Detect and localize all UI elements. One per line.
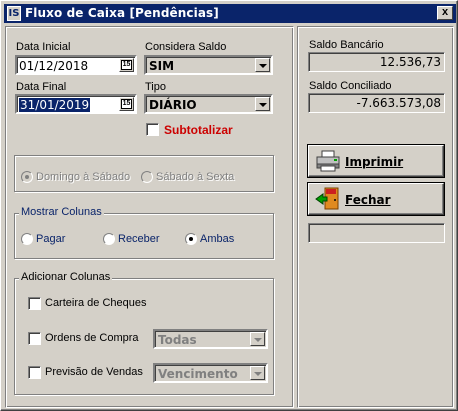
- data-final-field[interactable]: 31/01/2019 15: [15, 94, 137, 114]
- right-panel: Saldo Bancário 12.536,73 Saldo Conciliad…: [297, 26, 454, 408]
- considera-saldo-select[interactable]: SIM: [144, 55, 273, 75]
- saldo-conciliado-label: Saldo Conciliado: [309, 80, 392, 92]
- sabado-sexta-label: Sábado à Sexta: [156, 171, 235, 183]
- ambas-radio[interactable]: [185, 233, 197, 245]
- previsao-checkbox[interactable]: [28, 366, 41, 379]
- carteira-checkbox[interactable]: [28, 297, 41, 310]
- adicionar-colunas-legend: Adicionar Colunas: [19, 271, 113, 283]
- saldo-bancario-field: 12.536,73: [308, 52, 445, 72]
- previsao-label: Previsão de Vendas: [45, 366, 143, 378]
- saldo-conciliado-value: -7.663.573,08: [356, 96, 442, 110]
- ambas-label: Ambas: [200, 233, 235, 245]
- receber-label: Receber: [118, 233, 160, 245]
- saldo-bancario-value: 12.536,73: [379, 55, 441, 69]
- app-icon: IS: [7, 6, 21, 21]
- left-panel: Data Inicial 01/12/2018 15 Considera Sal…: [5, 26, 294, 408]
- weekday-group: Domingo à Sábado Sábado à Sexta: [14, 155, 274, 192]
- data-final-label: Data Final: [16, 81, 67, 93]
- chevron-down-icon[interactable]: [255, 58, 270, 72]
- imprimir-button[interactable]: Imprimir: [308, 145, 444, 177]
- considera-saldo-label: Considera Saldo: [145, 41, 227, 53]
- printer-icon: [316, 150, 340, 172]
- fechar-label: Fechar: [345, 193, 391, 207]
- fechar-button[interactable]: Fechar: [308, 183, 444, 215]
- domingo-sabado-radio[interactable]: [21, 171, 33, 183]
- chevron-down-icon[interactable]: [255, 97, 270, 111]
- saldo-bancario-label: Saldo Bancário: [309, 39, 384, 51]
- previsao-select[interactable]: Vencimento: [153, 363, 268, 383]
- close-button[interactable]: x: [437, 6, 453, 20]
- sabado-sexta-radio[interactable]: [141, 171, 153, 183]
- imprimir-label: Imprimir: [345, 155, 404, 169]
- ordens-checkbox[interactable]: [28, 332, 41, 345]
- subtotalizar-checkbox[interactable]: [146, 123, 159, 136]
- calendar-icon[interactable]: 15: [119, 58, 134, 72]
- tipo-select[interactable]: DIÁRIO: [144, 94, 273, 114]
- data-inicial-value: 01/12/2018: [19, 59, 89, 73]
- data-final-value: 31/01/2019: [19, 98, 91, 112]
- carteira-label: Carteira de Cheques: [45, 297, 147, 309]
- adicionar-colunas-group: Adicionar Colunas Carteira de Cheques Or…: [14, 271, 274, 395]
- data-inicial-field[interactable]: 01/12/2018 15: [15, 55, 137, 75]
- ordens-select-value: Todas: [158, 333, 197, 347]
- calendar-icon[interactable]: 15: [119, 97, 134, 111]
- mostrar-colunas-group: Mostrar Colunas Pagar Receber Ambas: [14, 206, 274, 259]
- data-inicial-label: Data Inicial: [16, 41, 71, 53]
- ordens-select[interactable]: Todas: [153, 329, 268, 349]
- ordens-label: Ordens de Compra: [45, 332, 139, 344]
- mostrar-colunas-legend: Mostrar Colunas: [19, 206, 104, 218]
- subtotalizar-label[interactable]: Subtotalizar: [164, 123, 233, 137]
- tipo-value: DIÁRIO: [149, 98, 197, 112]
- pagar-radio[interactable]: [21, 233, 33, 245]
- domingo-sabado-label: Domingo à Sábado: [36, 171, 131, 183]
- fluxo-caixa-window: IS Fluxo de Caixa [Pendências] x Data In…: [0, 0, 458, 411]
- pagar-label: Pagar: [36, 233, 66, 245]
- previsao-select-value: Vencimento: [158, 367, 238, 381]
- window-title: Fluxo de Caixa [Pendências]: [25, 6, 219, 20]
- tipo-label: Tipo: [145, 81, 166, 93]
- chevron-down-icon[interactable]: [250, 332, 265, 346]
- chevron-down-icon[interactable]: [250, 366, 265, 380]
- saldo-conciliado-field: -7.663.573,08: [308, 93, 445, 113]
- status-panel: [308, 223, 445, 243]
- receber-radio[interactable]: [103, 233, 115, 245]
- exit-door-icon: [315, 187, 339, 210]
- considera-saldo-value: SIM: [149, 59, 175, 73]
- title-bar[interactable]: IS Fluxo de Caixa [Pendências] x: [4, 4, 456, 23]
